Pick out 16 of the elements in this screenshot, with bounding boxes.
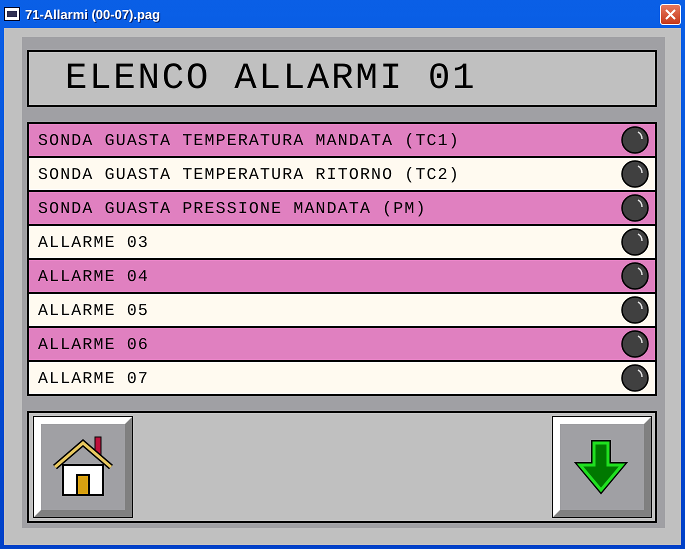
alarm-label: ALLARME 05 <box>38 300 150 320</box>
home-button[interactable] <box>34 417 132 517</box>
alarm-label: ALLARME 06 <box>38 334 150 354</box>
alarm-label: ALLARME 03 <box>38 232 150 252</box>
alarm-label: SONDA GUASTA PRESSIONE MANDATA (PM) <box>38 198 428 218</box>
scroll-down-button[interactable] <box>553 417 651 517</box>
page-title: ELENCO ALLARMI 01 <box>27 50 657 107</box>
alarm-label: SONDA GUASTA TEMPERATURA RITORNO (TC2) <box>38 164 461 184</box>
alarm-label: ALLARME 04 <box>38 266 150 286</box>
alarm-label: SONDA GUASTA TEMPERATURA MANDATA (TC1) <box>38 130 461 150</box>
close-button[interactable] <box>660 4 681 24</box>
window-title: 71-Allarmi (00-07).pag <box>25 6 162 22</box>
house-icon <box>51 435 115 499</box>
alarm-label: ALLARME 07 <box>38 368 150 388</box>
document-icon <box>4 7 20 21</box>
close-icon <box>665 8 676 20</box>
